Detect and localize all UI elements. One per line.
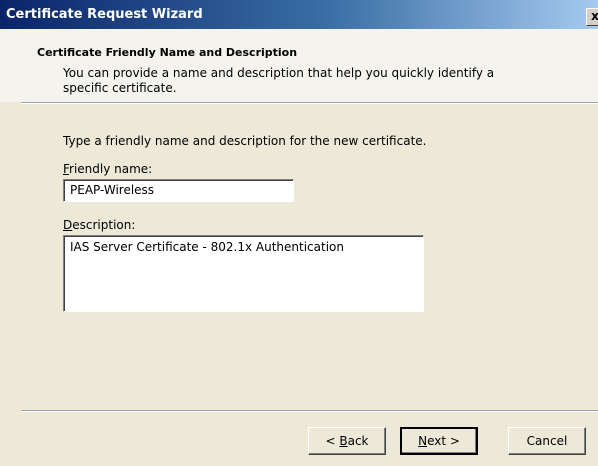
close-icon: x [591, 9, 598, 23]
header-description: You can provide a name and description t… [63, 66, 495, 95]
description-accelerator: D [63, 218, 73, 232]
close-button[interactable]: x [586, 8, 598, 26]
back-label: ack [347, 434, 369, 448]
friendly-name-value: PEAP-Wireless [70, 183, 155, 197]
next-accelerator: N [418, 434, 428, 448]
friendly-name-input[interactable]: PEAP-Wireless [63, 179, 294, 202]
description-value: IAS Server Certificate - 802.1x Authenti… [70, 240, 344, 254]
next-label: ext > [427, 434, 460, 448]
back-prefix: < [325, 434, 340, 448]
intro-text: Type a friendly name and description for… [63, 134, 427, 148]
header-separator [21, 102, 598, 104]
description-label-text: escription: [72, 218, 136, 232]
back-accelerator: B [339, 434, 348, 448]
title-bar: Certificate Request Wizard x [0, 0, 598, 29]
friendly-name-label: Friendly name: [63, 162, 152, 176]
wizard-header: Certificate Friendly Name and Descriptio… [0, 29, 598, 102]
next-button[interactable]: Next > [400, 427, 478, 455]
back-button[interactable]: < Back [308, 427, 386, 455]
window-title: Certificate Request Wizard [6, 7, 203, 22]
header-title: Certificate Friendly Name and Descriptio… [37, 46, 298, 59]
footer-separator [21, 410, 598, 412]
description-label: Description: [63, 218, 135, 232]
friendly-name-label-text: riendly name: [69, 162, 153, 176]
cancel-button[interactable]: Cancel [508, 427, 586, 455]
description-textarea[interactable]: IAS Server Certificate - 802.1x Authenti… [63, 235, 424, 312]
